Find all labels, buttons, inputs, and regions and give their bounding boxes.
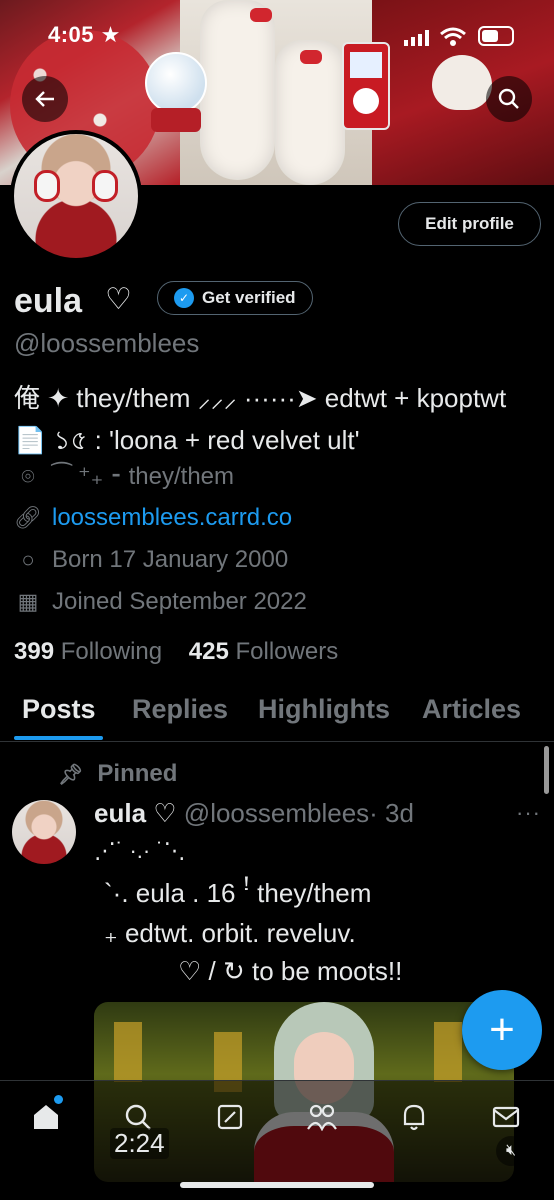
active-tab-indicator (14, 736, 103, 740)
post-header: eula ♡ @loossemblees· 3d (94, 798, 414, 829)
cellular-signal-icon (404, 30, 429, 46)
bio-line-1: 俺 ✦ they/them ⸝⸝⸝ ······➤ edtwt + kpoptw… (14, 383, 507, 413)
profile-tabs: Posts Replies Highlights Articles (0, 690, 554, 742)
post-author-name[interactable]: eula ♡ (94, 798, 177, 828)
search-button[interactable] (486, 76, 532, 122)
nav-notifications[interactable] (394, 1097, 434, 1137)
get-verified-label: Get verified (202, 288, 296, 307)
following-link[interactable]: 399 Following (14, 638, 162, 665)
bio-line-2: 📄 ১৫ : 'loona + red velvet ult' (14, 425, 360, 455)
following-count: 399 (14, 638, 55, 665)
tab-posts[interactable]: Posts (22, 694, 96, 725)
scrollbar[interactable] (544, 746, 549, 794)
post-text-line-3: ₊ edtwt. orbit. reveluv. (104, 918, 356, 948)
pin-icon: 📌︎ (58, 763, 84, 786)
tab-highlights[interactable]: Highlights (258, 694, 390, 725)
nav-messages[interactable] (486, 1097, 526, 1137)
balloon-icon: ○ (21, 547, 35, 572)
location-icon: ⌾ (21, 463, 35, 489)
website-link[interactable]: loossemblees.carrd.co (52, 504, 292, 532)
post-author-avatar[interactable] (12, 800, 76, 864)
followers-count: 425 (188, 638, 229, 665)
search-icon (498, 88, 519, 109)
search-icon (125, 1104, 151, 1130)
name-heart: ♡ (105, 283, 132, 316)
back-arrow-icon (35, 91, 54, 107)
followers-link[interactable]: 425 Followers (189, 638, 338, 665)
profile-avatar[interactable] (10, 130, 142, 262)
tab-replies[interactable]: Replies (132, 694, 228, 725)
video-duration: 2:24 (110, 1128, 169, 1159)
post-text-line-4: ♡ / ↻ to be moots!! (178, 956, 403, 986)
birthday-text: Born 17 January 2000 (52, 546, 289, 573)
profile-website[interactable]: 🔗︎ loossemblees.carrd.co (14, 504, 292, 532)
mail-icon (492, 1106, 520, 1128)
wifi-icon (440, 27, 466, 46)
follow-stats: 399 Following 425 Followers (14, 638, 338, 666)
nav-grok[interactable] (210, 1097, 250, 1137)
pinned-label: Pinned (97, 760, 178, 787)
display-name: eula (14, 282, 83, 320)
tab-articles[interactable]: Articles (422, 694, 521, 725)
verified-badge-icon: ✓ (174, 288, 194, 308)
compose-button[interactable]: + (462, 990, 542, 1070)
plus-icon: + (489, 1005, 515, 1054)
post-author-handle[interactable]: @loossemblees (184, 798, 369, 828)
communities-icon (307, 1104, 337, 1131)
joined-text: Joined September 2022 (52, 588, 307, 615)
followers-label: Followers (235, 638, 339, 665)
following-label: Following (60, 638, 163, 665)
grok-icon (217, 1104, 243, 1130)
link-icon: 🔗︎ (14, 505, 42, 530)
profile-joined: ▦ Joined September 2022 (14, 588, 307, 616)
post-time: · 3d (369, 798, 414, 828)
more-icon[interactable]: ··· (516, 800, 541, 826)
notification-dot (54, 1095, 63, 1104)
mute-icon: 🔇︎ (505, 1142, 517, 1159)
location-text: ⁀ ⁺₊ ⁃ they/them (52, 463, 235, 490)
nav-communities[interactable] (302, 1097, 342, 1137)
pinned-indicator: 📌︎ Pinned (58, 760, 177, 788)
post-text-line-2: `·. eula . 16 ꜝ they/them (104, 878, 372, 908)
home-icon (34, 1105, 58, 1129)
back-button[interactable] (22, 76, 68, 122)
user-handle: @loossemblees (14, 328, 200, 358)
calendar-icon: ▦ (17, 589, 39, 614)
profile-location: ⌾ ⁀ ⁺₊ ⁃ they/them (14, 462, 234, 491)
bell-icon (403, 1104, 425, 1131)
battery-icon (478, 26, 514, 46)
profile-birthday: ○ Born 17 January 2000 (14, 546, 288, 574)
status-time: 4:05 ★ (48, 22, 121, 47)
get-verified-button[interactable]: ✓ Get verified (157, 281, 313, 315)
edit-profile-button[interactable]: Edit profile (398, 202, 541, 246)
home-indicator[interactable] (180, 1182, 374, 1188)
mute-button[interactable]: 🔇︎ (496, 1136, 526, 1166)
post-text-line-1: ⋰˙ ·.· ˙⋱ (94, 838, 186, 863)
status-bar: 4:05 ★ (0, 0, 554, 70)
